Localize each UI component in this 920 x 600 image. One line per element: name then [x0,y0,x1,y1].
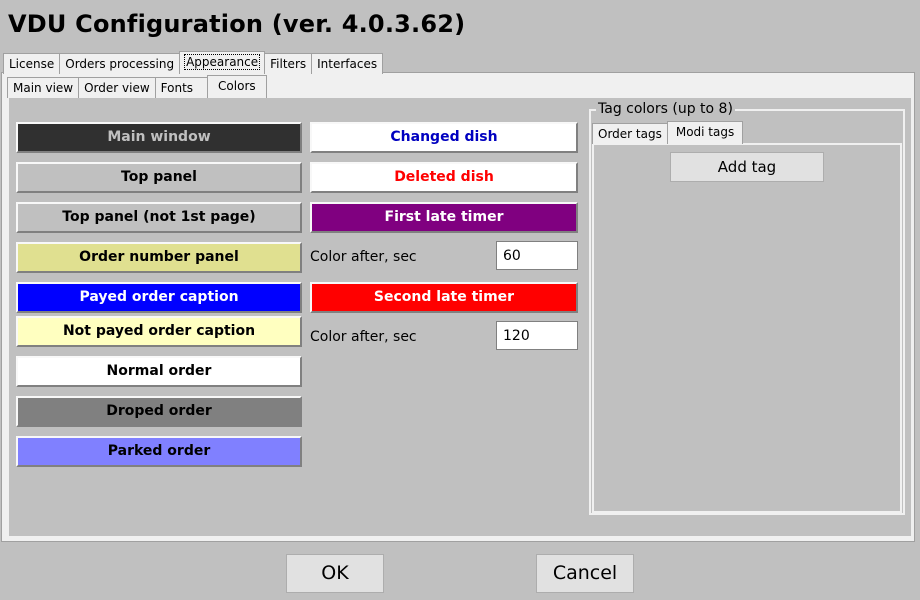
cancel-button[interactable]: Cancel [536,554,634,593]
tag-tab-panel [592,143,902,513]
top-panel-not-first-page-color-button[interactable]: Top panel (not 1st page) [16,202,302,233]
second-late-timer-color-button[interactable]: Second late timer [310,282,578,313]
first-timer-label: Color after, sec [310,249,417,265]
changed-dish-color-button[interactable]: Changed dish [310,122,578,153]
tab-interfaces-label: Interfaces [317,57,378,71]
tab-order-tags[interactable]: Order tags [592,123,668,144]
tab-appearance-label: Appearance [184,54,261,70]
tab-license[interactable]: License [3,53,61,74]
first-timer-seconds-input[interactable] [496,241,578,270]
tab-orders-processing-label: Orders processing [65,57,175,71]
deleted-dish-color-button[interactable]: Deleted dish [310,162,578,193]
ok-button[interactable]: OK [286,554,384,593]
outer-tab-strip: License Orders processing Appearance Fil… [3,51,384,76]
first-late-timer-color-button[interactable]: First late timer [310,202,578,233]
tab-filters-label: Filters [270,57,307,71]
tab-license-label: License [9,57,55,71]
tab-interfaces[interactable]: Interfaces [311,53,384,74]
payed-order-caption-color-button[interactable]: Payed order caption [16,282,302,313]
tab-fonts[interactable]: Fonts [154,77,209,98]
add-tag-button[interactable]: Add tag [670,152,824,182]
window-title: VDU Configuration (ver. 4.0.3.62) [8,10,466,38]
top-panel-color-button[interactable]: Top panel [16,162,302,193]
second-timer-seconds-input[interactable] [496,321,578,350]
tag-colors-group-title: Tag colors (up to 8) [596,101,735,117]
tab-order-view-label: Order view [84,81,150,95]
tab-colors-label: Colors [218,79,256,93]
tag-tab-strip: Order tags Modi tags [592,121,744,146]
normal-order-color-button[interactable]: Normal order [16,356,302,387]
main-window-color-button[interactable]: Main window [16,122,302,153]
not-payed-order-caption-color-button[interactable]: Not payed order caption [16,316,302,347]
tab-modi-tags[interactable]: Modi tags [666,121,744,144]
tab-order-tags-label: Order tags [598,127,662,141]
tab-filters[interactable]: Filters [264,53,313,74]
tab-fonts-label: Fonts [160,81,194,95]
tab-colors[interactable]: Colors [207,75,267,98]
tab-modi-tags-label: Modi tags [675,125,735,139]
tab-appearance[interactable]: Appearance [179,51,266,74]
parked-order-color-button[interactable]: Parked order [16,436,302,467]
inner-tab-strip: Main view Order view Fonts Colors [7,75,267,100]
second-timer-label: Color after, sec [310,329,417,345]
order-number-panel-color-button[interactable]: Order number panel [16,242,302,273]
tab-main-view[interactable]: Main view [7,77,80,98]
tab-order-view[interactable]: Order view [78,77,156,98]
droped-order-color-button[interactable]: Droped order [16,396,302,427]
tab-main-view-label: Main view [13,81,74,95]
tab-orders-processing[interactable]: Orders processing [59,53,181,74]
